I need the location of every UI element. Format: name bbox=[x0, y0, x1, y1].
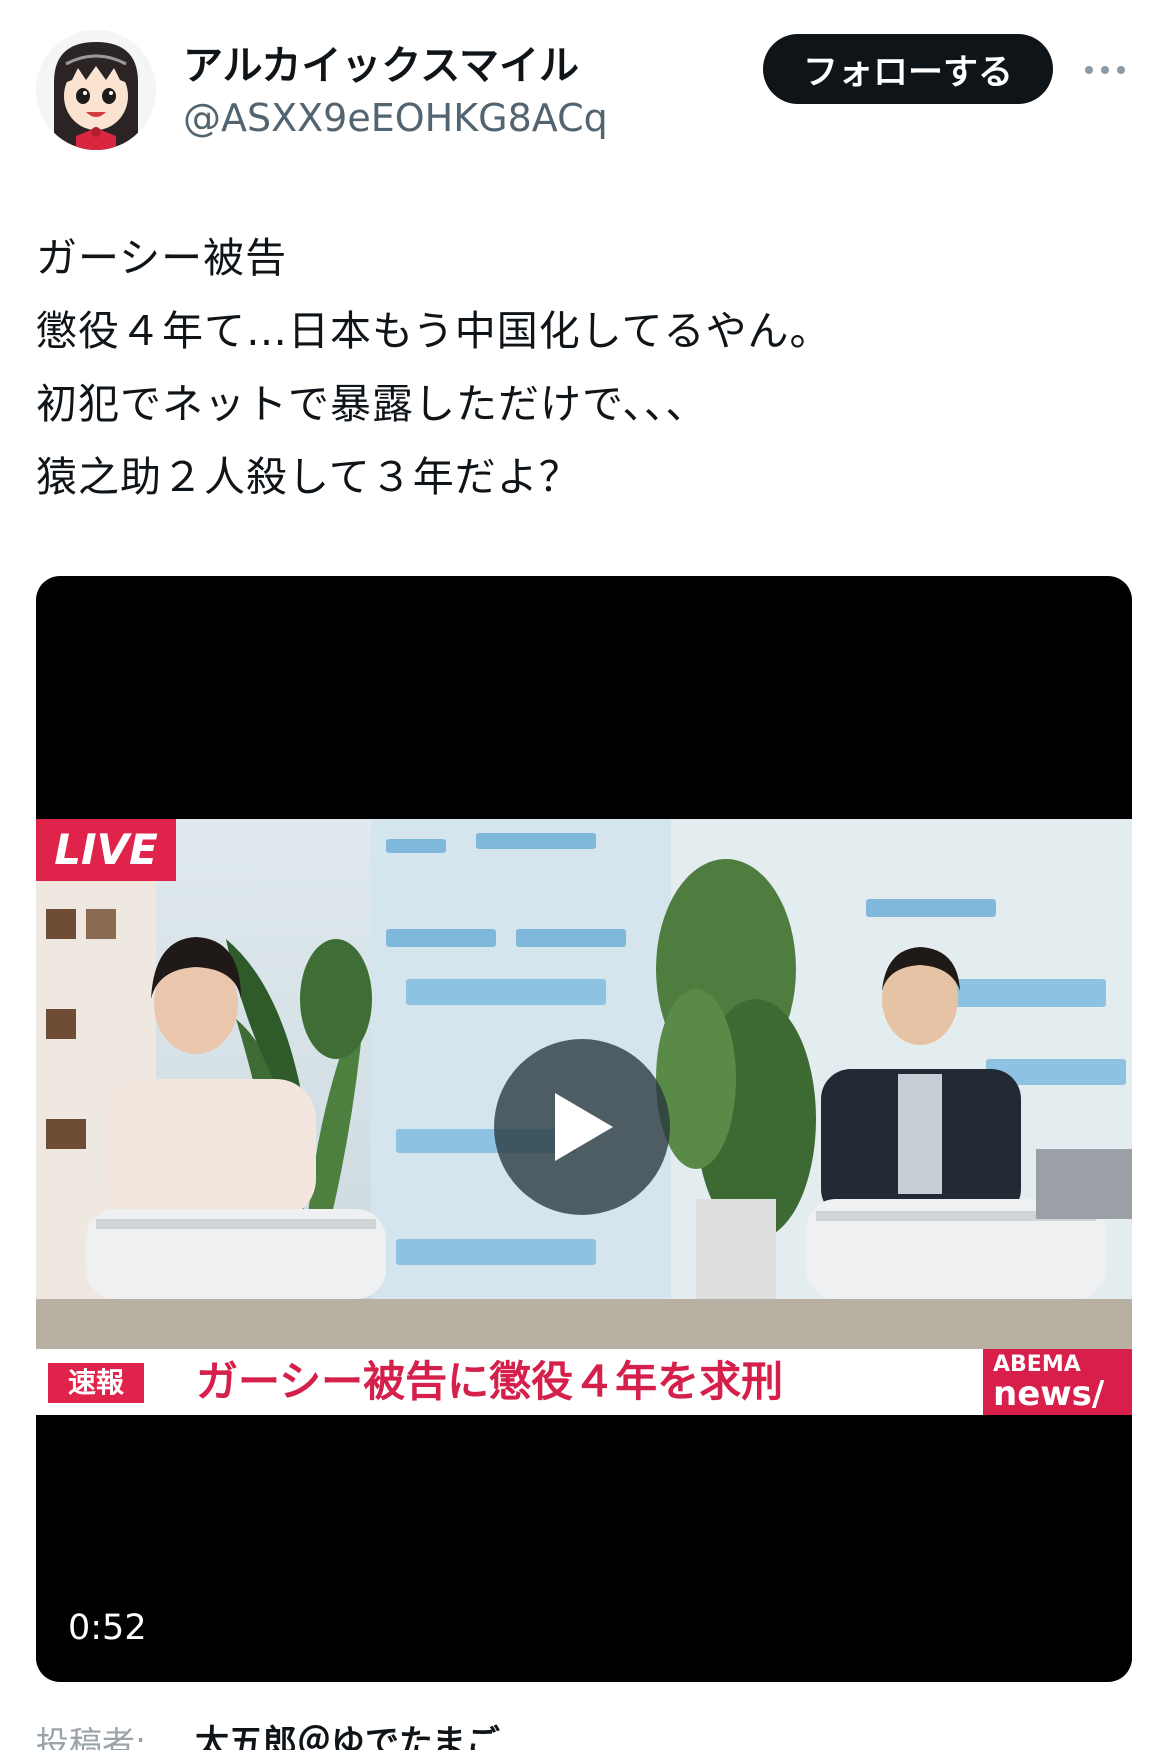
breaking-news-badge: 速報 bbox=[48, 1363, 144, 1403]
play-icon bbox=[555, 1093, 613, 1161]
posted-by-label: 投稿者: bbox=[36, 1724, 147, 1750]
news-caption-bar: 速報 ガーシー被告に懲役４年を求刑 ABEMA news/ bbox=[36, 1349, 1132, 1415]
more-dots-icon bbox=[1085, 66, 1125, 74]
display-name[interactable]: アルカイックスマイル bbox=[183, 40, 579, 92]
follow-button[interactable]: フォローする bbox=[763, 34, 1053, 104]
live-badge: LIVE bbox=[36, 819, 176, 881]
tweet-line: 初犯でネットで暴露しただけで、、、 bbox=[36, 380, 708, 428]
avatar[interactable] bbox=[36, 30, 156, 150]
tweet-page: アルカイックスマイル @ASXX9eEOHKG8ACq フォローする ガーシー被… bbox=[0, 0, 1169, 1750]
tweet-line: 猿之助２人殺して３年だよ？ bbox=[36, 453, 581, 501]
news-headline: ガーシー被告に懲役４年を求刑 bbox=[196, 1357, 784, 1406]
tweet-text: ガーシー被告 懲役４年て…日本もう中国化してるやん。 初犯でネットで暴露しただけ… bbox=[36, 222, 1136, 514]
abema-news-logo: ABEMA news/ bbox=[983, 1349, 1132, 1415]
poster-name[interactable]: 太五郎＠ゆでたまご bbox=[195, 1720, 500, 1750]
video-player[interactable]: LIVE 速報 ガーシー被告に懲役４年を求刑 ABEMA news/ 0:52 bbox=[36, 576, 1132, 1682]
anime-girl-avatar-icon bbox=[36, 30, 156, 150]
abema-logo-bottom: news/ bbox=[993, 1374, 1105, 1414]
tweet-line: 懲役４年て…日本もう中国化してるやん。 bbox=[36, 307, 832, 355]
more-options-button[interactable] bbox=[1080, 50, 1130, 90]
video-duration: 0:52 bbox=[60, 1602, 155, 1654]
user-handle[interactable]: @ASXX9eEOHKG8ACq bbox=[183, 94, 608, 142]
play-button[interactable] bbox=[494, 1039, 670, 1215]
tweet-line: ガーシー被告 bbox=[36, 234, 288, 282]
